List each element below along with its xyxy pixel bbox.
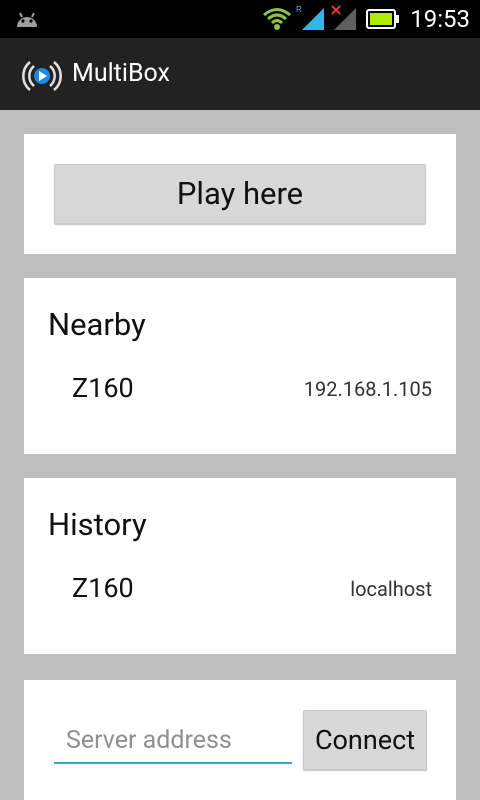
server-name: Z160 xyxy=(72,372,134,404)
play-card: Play here xyxy=(24,134,456,254)
signal-icon: R xyxy=(296,5,324,30)
clock: 19:53 xyxy=(410,5,470,33)
connect-button[interactable]: Connect xyxy=(303,710,427,770)
play-here-button[interactable]: Play here xyxy=(54,164,426,224)
svg-text:R: R xyxy=(296,5,302,14)
server-address-input[interactable] xyxy=(54,718,292,764)
battery-icon xyxy=(366,9,399,29)
server-address: localhost xyxy=(350,577,432,601)
history-title: History xyxy=(48,506,147,543)
server-address: 192.168.1.105 xyxy=(303,377,432,401)
server-name: Z160 xyxy=(72,572,134,604)
nearby-title: Nearby xyxy=(48,306,146,343)
history-list-item[interactable]: Z160 localhost xyxy=(72,572,432,612)
status-bar: R 19:53 xyxy=(0,0,480,38)
nearby-list-item[interactable]: Z160 192.168.1.105 xyxy=(72,372,432,412)
signal-off-icon xyxy=(331,5,356,30)
app-title: MultiBox xyxy=(72,59,170,88)
connect-card: Connect xyxy=(24,680,456,800)
history-card: History Z160 localhost xyxy=(24,478,456,654)
nearby-card: Nearby Z160 192.168.1.105 xyxy=(24,278,456,454)
action-bar: MultiBox xyxy=(0,38,480,110)
android-icon xyxy=(17,12,37,27)
multibox-logo-icon[interactable] xyxy=(22,56,62,96)
wifi-icon xyxy=(263,8,291,30)
